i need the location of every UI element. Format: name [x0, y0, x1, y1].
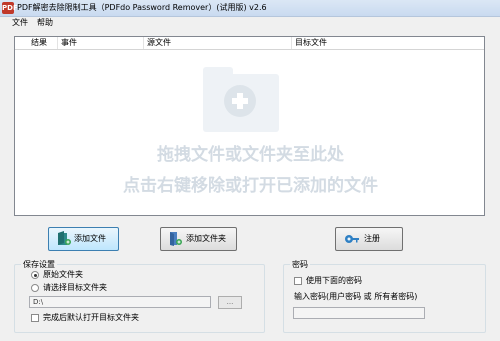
- file-list[interactable]: 结果 事件 源文件 目标文件 拖拽文件或文件夹至此处 点击右键移除或打开已添加的…: [14, 36, 485, 216]
- column-result[interactable]: 结果: [31, 37, 47, 49]
- add-file-button[interactable]: 添加文件: [48, 227, 119, 251]
- open-after-label: 完成后默认打开目标文件夹: [43, 313, 139, 322]
- column-event[interactable]: 事件: [61, 37, 77, 49]
- column-source-file[interactable]: 源文件: [147, 37, 171, 49]
- add-file-icon: [58, 231, 71, 245]
- browse-button[interactable]: ...: [218, 296, 242, 309]
- column-divider: [291, 37, 292, 49]
- drop-hint-line-1: 拖拽文件或文件夹至此处: [157, 145, 344, 165]
- window-title: PDF解密去除限制工具（PDFdo Password Remover）(试用版)…: [17, 3, 267, 12]
- column-target-file[interactable]: 目标文件: [295, 37, 327, 49]
- use-password-checkbox[interactable]: [294, 277, 302, 285]
- use-password-label: 使用下面的密码: [306, 276, 362, 285]
- menu-help[interactable]: 帮助: [37, 17, 53, 29]
- open-after-checkbox[interactable]: [31, 314, 39, 322]
- original-folder-label: 原始文件夹: [43, 270, 83, 279]
- column-divider: [57, 37, 58, 49]
- choose-folder-radio[interactable]: [31, 284, 39, 292]
- menu-file[interactable]: 文件: [12, 17, 28, 29]
- app-icon: PDF: [2, 2, 18, 14]
- key-icon: [345, 235, 359, 243]
- column-divider: [143, 37, 144, 49]
- password-field[interactable]: [293, 307, 425, 319]
- list-header: 结果 事件 源文件 目标文件: [15, 37, 484, 50]
- add-folder-icon: [203, 67, 279, 135]
- choose-folder-label: 请选择目标文件夹: [43, 283, 107, 292]
- register-label: 注册: [364, 234, 380, 243]
- save-settings-title: 保存设置: [21, 259, 57, 270]
- add-folder-label: 添加文件夹: [186, 234, 226, 243]
- add-folder-icon: [170, 232, 182, 246]
- add-file-label: 添加文件: [74, 234, 106, 243]
- target-folder-field[interactable]: D:\: [29, 296, 211, 308]
- original-folder-radio[interactable]: [31, 271, 39, 279]
- title-bar: PDF PDF解密去除限制工具（PDFdo Password Remover）(…: [0, 0, 500, 17]
- register-button[interactable]: 注册: [335, 227, 403, 251]
- password-title: 密码: [290, 259, 310, 270]
- drop-hint-line-2: 点击右键移除或打开已添加的文件: [123, 176, 378, 196]
- add-folder-button[interactable]: 添加文件夹: [160, 227, 237, 251]
- password-input-label: 输入密码(用户密码 或 所有者密码): [294, 292, 418, 301]
- menu-bar: 文件 帮助: [0, 17, 500, 29]
